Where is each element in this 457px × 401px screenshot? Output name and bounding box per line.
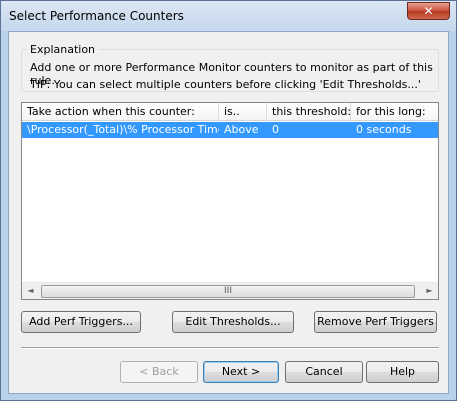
dialog-body: Explanation Add one or more Performance …	[8, 31, 449, 394]
column-header-threshold[interactable]: this threshold:	[267, 103, 351, 121]
title-bar[interactable]: Select Performance Counters ✕	[1, 1, 456, 31]
cell-duration: 0 seconds	[356, 123, 412, 136]
explanation-group: Explanation Add one or more Performance …	[21, 43, 439, 92]
window-title: Select Performance Counters	[9, 9, 184, 23]
scroll-left-icon[interactable]: ◄	[22, 283, 39, 300]
scroll-right-icon[interactable]: ►	[421, 283, 438, 300]
edit-thresholds-button[interactable]: Edit Thresholds...	[172, 311, 294, 333]
table-row[interactable]: \Processor(_Total)\% Processor Time Abov…	[22, 122, 438, 138]
divider	[21, 347, 439, 349]
cell-counter: \Processor(_Total)\% Processor Time	[27, 123, 219, 136]
column-header-is[interactable]: is..	[219, 103, 267, 121]
scroll-thumb[interactable]: III	[41, 285, 415, 298]
cell-threshold: 0	[272, 123, 279, 136]
explanation-tip: TIP: You can select multiple counters be…	[30, 78, 421, 91]
add-perf-triggers-button[interactable]: Add Perf Triggers...	[21, 311, 141, 333]
remove-perf-triggers-button[interactable]: Remove Perf Triggers	[314, 311, 437, 333]
cancel-button[interactable]: Cancel	[285, 361, 363, 383]
close-button[interactable]: ✕	[407, 2, 450, 20]
counters-list[interactable]: Take action when this counter: is.. this…	[21, 102, 439, 300]
cell-is: Above	[224, 123, 259, 136]
help-button[interactable]: Help	[366, 361, 439, 383]
explanation-legend: Explanation	[27, 43, 99, 56]
horizontal-scrollbar[interactable]: ◄ III ►	[22, 282, 438, 299]
next-button[interactable]: Next >	[203, 361, 279, 383]
column-header-duration[interactable]: for this long:	[351, 103, 438, 121]
back-button[interactable]: < Back	[120, 361, 198, 383]
column-header-counter[interactable]: Take action when this counter:	[22, 103, 219, 121]
close-icon: ✕	[423, 4, 434, 18]
dialog-window: Select Performance Counters ✕ Explanatio…	[0, 0, 457, 401]
list-header: Take action when this counter: is.. this…	[22, 103, 438, 121]
